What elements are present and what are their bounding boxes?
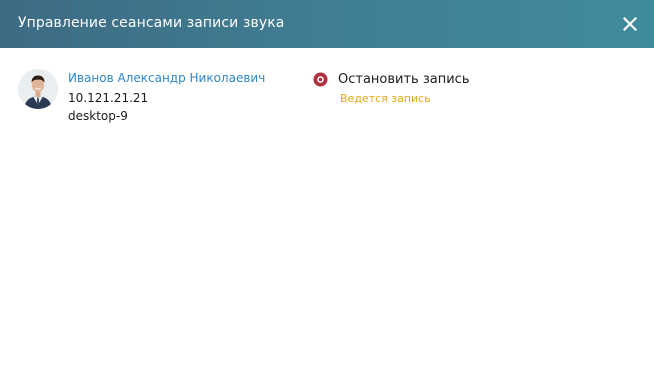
user-name-link[interactable]: Иванов Александр Николаевич [68,71,265,85]
record-icon [313,72,328,87]
close-button[interactable] [620,14,640,34]
recording-sessions-dialog: Управление сеансами записи звука Иванов … [0,0,654,379]
user-hostname: desktop-9 [68,109,128,123]
stop-recording-label: Остановить запись [338,71,470,87]
avatar [18,69,58,109]
user-ip-address: 10.121.21.21 [68,91,149,105]
stop-recording-button[interactable]: Остановить запись [313,70,470,88]
user-avatar-photo [18,69,58,109]
close-icon [622,16,638,32]
recording-status: Ведется запись [340,92,431,105]
dialog-header: Управление сеансами записи звука [0,0,654,48]
session-row: Иванов Александр Николаевич 10.121.21.21… [0,48,654,128]
dialog-title: Управление сеансами записи звука [18,15,285,31]
